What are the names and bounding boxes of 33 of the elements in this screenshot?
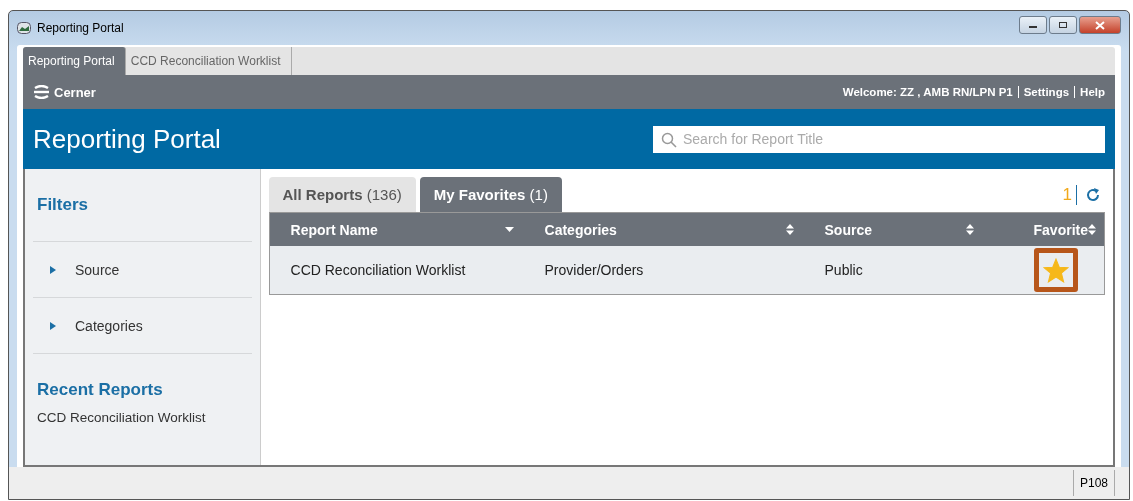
status-code: P108 bbox=[1072, 470, 1115, 496]
window-title: Reporting Portal bbox=[37, 21, 124, 35]
header-link[interactable]: Help bbox=[1080, 86, 1105, 98]
close-icon bbox=[1095, 20, 1105, 30]
result-count: 1 bbox=[1062, 184, 1077, 205]
table-cell-text: Provider/Orders bbox=[543, 262, 645, 278]
maximize-button[interactable] bbox=[1049, 16, 1077, 34]
filter-item[interactable]: Source bbox=[33, 242, 252, 298]
filters-heading: Filters bbox=[33, 169, 252, 242]
minimize-button[interactable] bbox=[1019, 16, 1047, 34]
table-cell-text: CCD Reconciliation Worklist bbox=[289, 262, 467, 278]
search-field[interactable]: Search for Report Title bbox=[653, 125, 1105, 153]
star-icon[interactable] bbox=[1043, 257, 1069, 283]
brand-name: Cerner bbox=[54, 84, 96, 100]
page-title: Reporting Portal bbox=[33, 123, 221, 155]
close-button[interactable] bbox=[1079, 16, 1121, 34]
maximize-icon bbox=[1058, 21, 1068, 29]
header-link[interactable]: Settings bbox=[1023, 86, 1070, 98]
refresh-icon[interactable] bbox=[1085, 186, 1101, 203]
app-tab[interactable]: Reporting Portal bbox=[23, 47, 126, 75]
recent-report-link[interactable]: CCD Reconciliation Worklist bbox=[33, 410, 252, 425]
report-tab[interactable]: All Reports (136) bbox=[268, 177, 416, 212]
filter-item[interactable]: Categories bbox=[33, 298, 252, 354]
table-cell-text: Public bbox=[823, 262, 864, 278]
report-tab[interactable]: My Favorites (1) bbox=[419, 177, 562, 212]
app-icon bbox=[17, 22, 31, 34]
column-header[interactable]: Source bbox=[803, 221, 984, 238]
welcome-text: Welcome: ZZ , AMB RN/LPN P1 bbox=[842, 86, 1013, 98]
column-header[interactable]: Report Name bbox=[269, 221, 524, 238]
recent-heading: Recent Reports bbox=[36, 379, 164, 401]
logo-icon bbox=[33, 85, 50, 99]
column-header[interactable]: Categories bbox=[523, 221, 804, 238]
column-header[interactable]: Favorite bbox=[983, 221, 1104, 238]
